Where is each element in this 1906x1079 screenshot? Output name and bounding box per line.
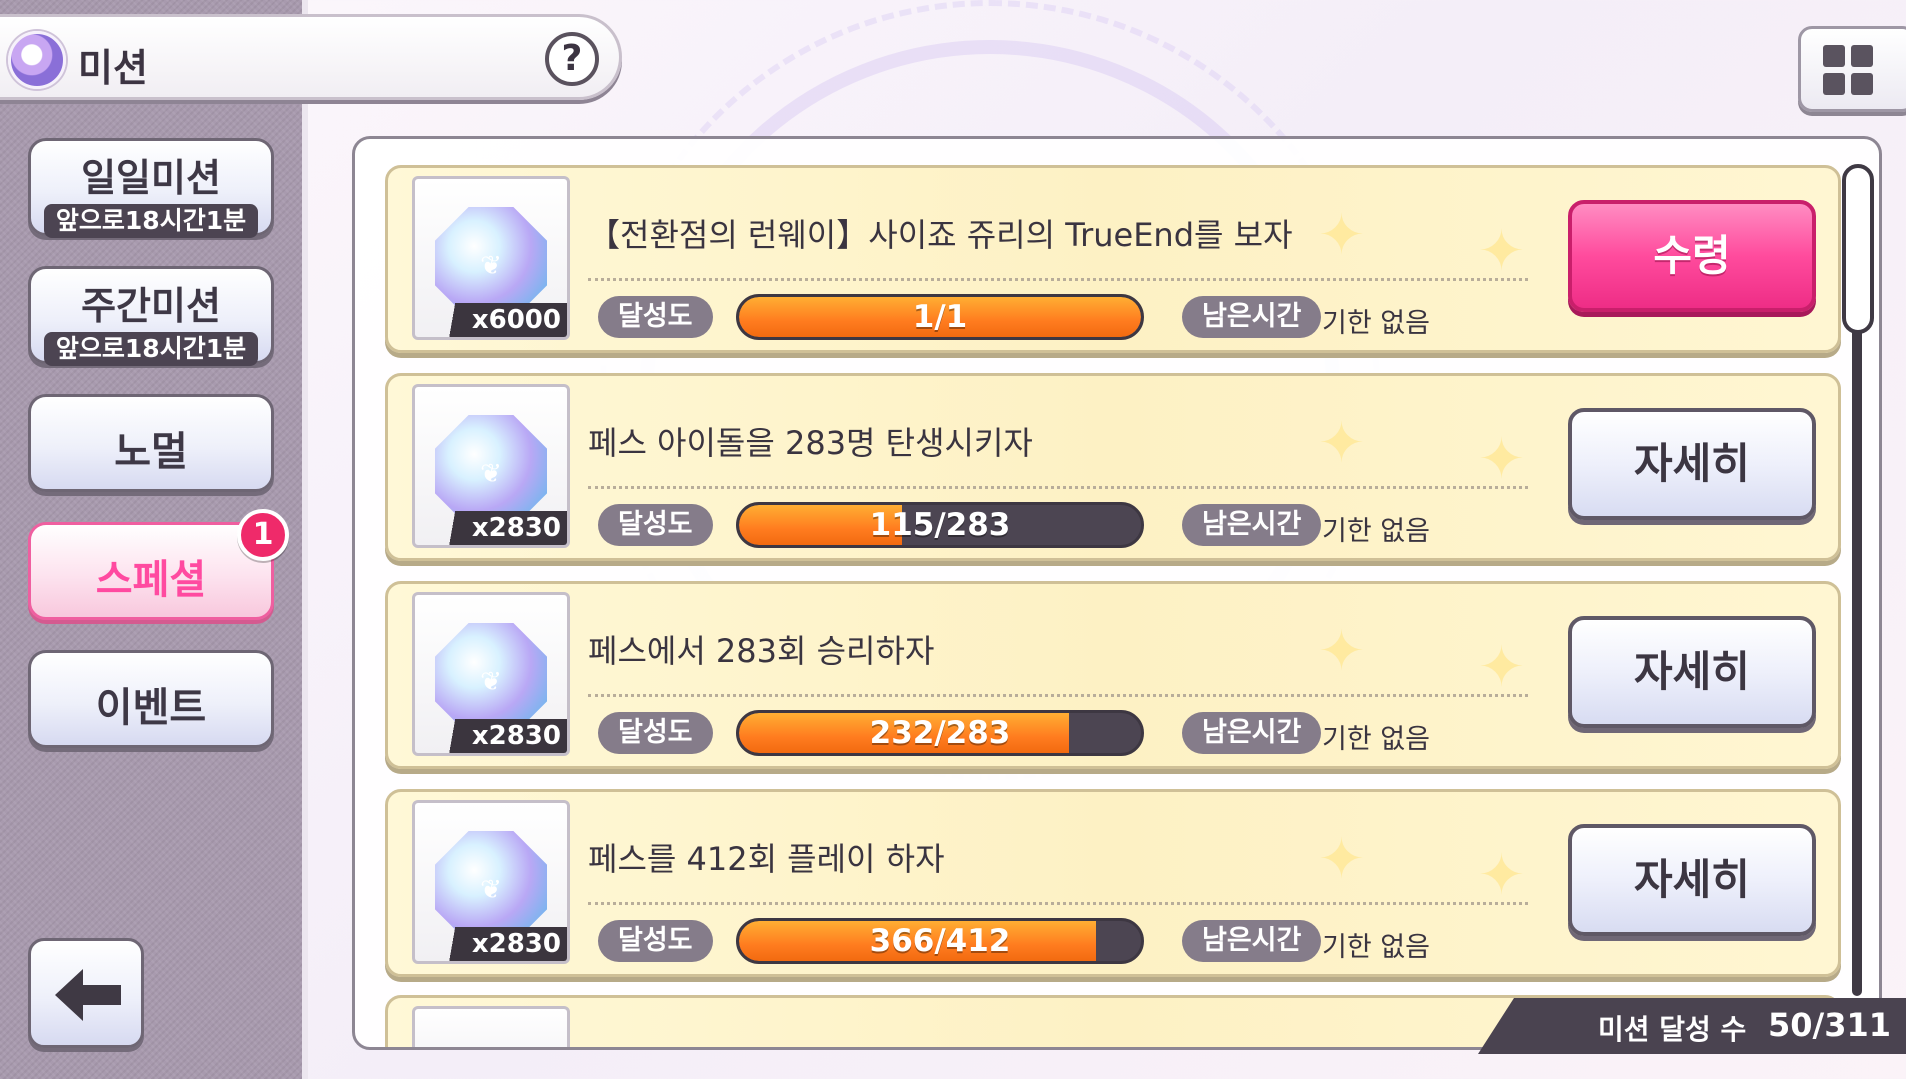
sparkle-decoration: ✦	[1478, 635, 1525, 700]
remaining-time-value: 기한 없음	[1322, 308, 1430, 339]
remaining-time-value: 기한 없음	[1322, 932, 1430, 963]
progress-bar: 115/283	[736, 502, 1144, 548]
reward-count: x2830	[441, 511, 567, 545]
claim-button[interactable]: 수령	[1568, 200, 1816, 312]
progress-text: 366/412	[869, 923, 1011, 959]
reward-item	[412, 1006, 570, 1047]
remaining-time-label: 남은시간	[1182, 504, 1322, 546]
details-button[interactable]: 자세히	[1568, 408, 1816, 520]
mission-emblem-icon	[8, 31, 66, 89]
progress-text: 115/283	[869, 507, 1011, 543]
remaining-time-value: 기한 없음	[1322, 516, 1430, 547]
progress-bar: 232/283	[736, 710, 1144, 756]
menu-event[interactable]: 이벤트	[28, 650, 274, 748]
grid-icon-cell	[1823, 73, 1845, 95]
menu-normal-label: 노멀	[114, 429, 188, 475]
reward-count: x6000	[441, 303, 567, 337]
mission-count-footer: 미션 달성 수 50/311	[1478, 998, 1906, 1054]
sparkle-decoration: ✦	[1318, 827, 1365, 892]
sparkle-decoration: ✦	[1478, 843, 1525, 908]
remaining-time-value: 기한 없음	[1322, 724, 1430, 755]
menu-weekly-timer: 앞으로18시간1분	[44, 332, 258, 366]
header-bar: 미션 ?	[0, 14, 622, 100]
mission-title: 【전환점의 런웨이】사이죠 쥬리의 TrueEnd를 보자	[588, 216, 1293, 254]
progress-text: 1/1	[912, 299, 968, 335]
menu-special-label: 스페셜	[95, 557, 207, 603]
reward-item[interactable]: ❦ x2830	[412, 592, 570, 756]
mission-count-label: 미션 달성 수	[1598, 1013, 1747, 1046]
menu-daily-mission[interactable]: 일일미션 앞으로18시간1분	[28, 138, 274, 238]
menu-daily-timer: 앞으로18시간1분	[44, 204, 258, 238]
menu-weekly-label: 주간미션	[81, 284, 221, 328]
progress-label: 달성도	[598, 920, 713, 962]
progress-text: 232/283	[869, 715, 1011, 751]
mission-card: ✦ ✦ ❦ x6000 【전환점의 런웨이】사이죠 쥬리의 TrueEnd를 보…	[385, 165, 1841, 353]
wing-emblem-icon: ❦	[480, 459, 502, 489]
divider	[588, 278, 1528, 281]
grid-icon-cell	[1851, 73, 1873, 95]
mission-count-value: 50/311	[1768, 1006, 1892, 1044]
reward-item[interactable]: ❦ x6000	[412, 176, 570, 340]
remaining-time-label: 남은시간	[1182, 296, 1322, 338]
wing-emblem-icon: ❦	[480, 875, 502, 905]
mission-card: ✦ ✦ ❦ x2830 페스에서 283회 승리하자 달성도 232/283 남…	[385, 581, 1841, 769]
grid-icon-cell	[1851, 45, 1873, 67]
scrollbar-thumb[interactable]	[1842, 164, 1874, 334]
menu-daily-label: 일일미션	[81, 156, 221, 200]
layout-menu-button[interactable]	[1798, 26, 1906, 112]
progress-label: 달성도	[598, 712, 713, 754]
mission-card: ✦ ✦ ❦ x2830 페스 아이돌을 283명 탄생시키자 달성도 115/2…	[385, 373, 1841, 561]
menu-event-label: 이벤트	[95, 685, 207, 731]
mission-title: 페스를 412회 플레이 하자	[588, 840, 945, 878]
page-title: 미션	[78, 46, 148, 90]
mission-title: 페스에서 283회 승리하자	[588, 632, 935, 670]
sparkle-decoration: ✦	[1318, 411, 1365, 476]
mission-title: 페스 아이돌을 283명 탄생시키자	[588, 424, 1033, 462]
progress-label: 달성도	[598, 504, 713, 546]
divider	[588, 486, 1528, 489]
sparkle-decoration: ✦	[1478, 427, 1525, 492]
reward-count: x2830	[441, 927, 567, 961]
details-button[interactable]: 자세히	[1568, 616, 1816, 728]
remaining-time-label: 남은시간	[1182, 920, 1322, 962]
menu-normal[interactable]: 노멀	[28, 394, 274, 492]
wing-emblem-icon: ❦	[480, 251, 502, 281]
grid-icon	[1823, 45, 1845, 67]
menu-weekly-mission[interactable]: 주간미션 앞으로18시간1분	[28, 266, 274, 366]
sparkle-decoration: ✦	[1478, 219, 1525, 284]
reward-count: x2830	[441, 719, 567, 753]
progress-bar: 1/1	[736, 294, 1144, 340]
wing-emblem-icon: ❦	[480, 667, 502, 697]
notification-badge: 1	[237, 509, 289, 561]
help-button[interactable]: ?	[545, 32, 599, 86]
reward-item[interactable]: ❦ x2830	[412, 384, 570, 548]
progress-bar: 366/412	[736, 918, 1144, 964]
remaining-time-label: 남은시간	[1182, 712, 1322, 754]
divider	[588, 902, 1528, 905]
back-button[interactable]	[28, 938, 144, 1048]
menu-special[interactable]: 스페셜 1	[28, 509, 289, 620]
arrow-left-icon	[55, 969, 121, 1021]
divider	[588, 694, 1528, 697]
reward-item[interactable]: ❦ x2830	[412, 800, 570, 964]
mission-card: ✦ ✦ ❦ x2830 페스를 412회 플레이 하자 달성도 366/412 …	[385, 789, 1841, 977]
progress-label: 달성도	[598, 296, 713, 338]
sparkle-decoration: ✦	[1318, 203, 1365, 268]
sparkle-decoration: ✦	[1318, 619, 1365, 684]
mission-list[interactable]: ✦ ✦ ❦ x6000 【전환점의 런웨이】사이죠 쥬리의 TrueEnd를 보…	[352, 136, 1882, 1050]
details-button[interactable]: 자세히	[1568, 824, 1816, 936]
